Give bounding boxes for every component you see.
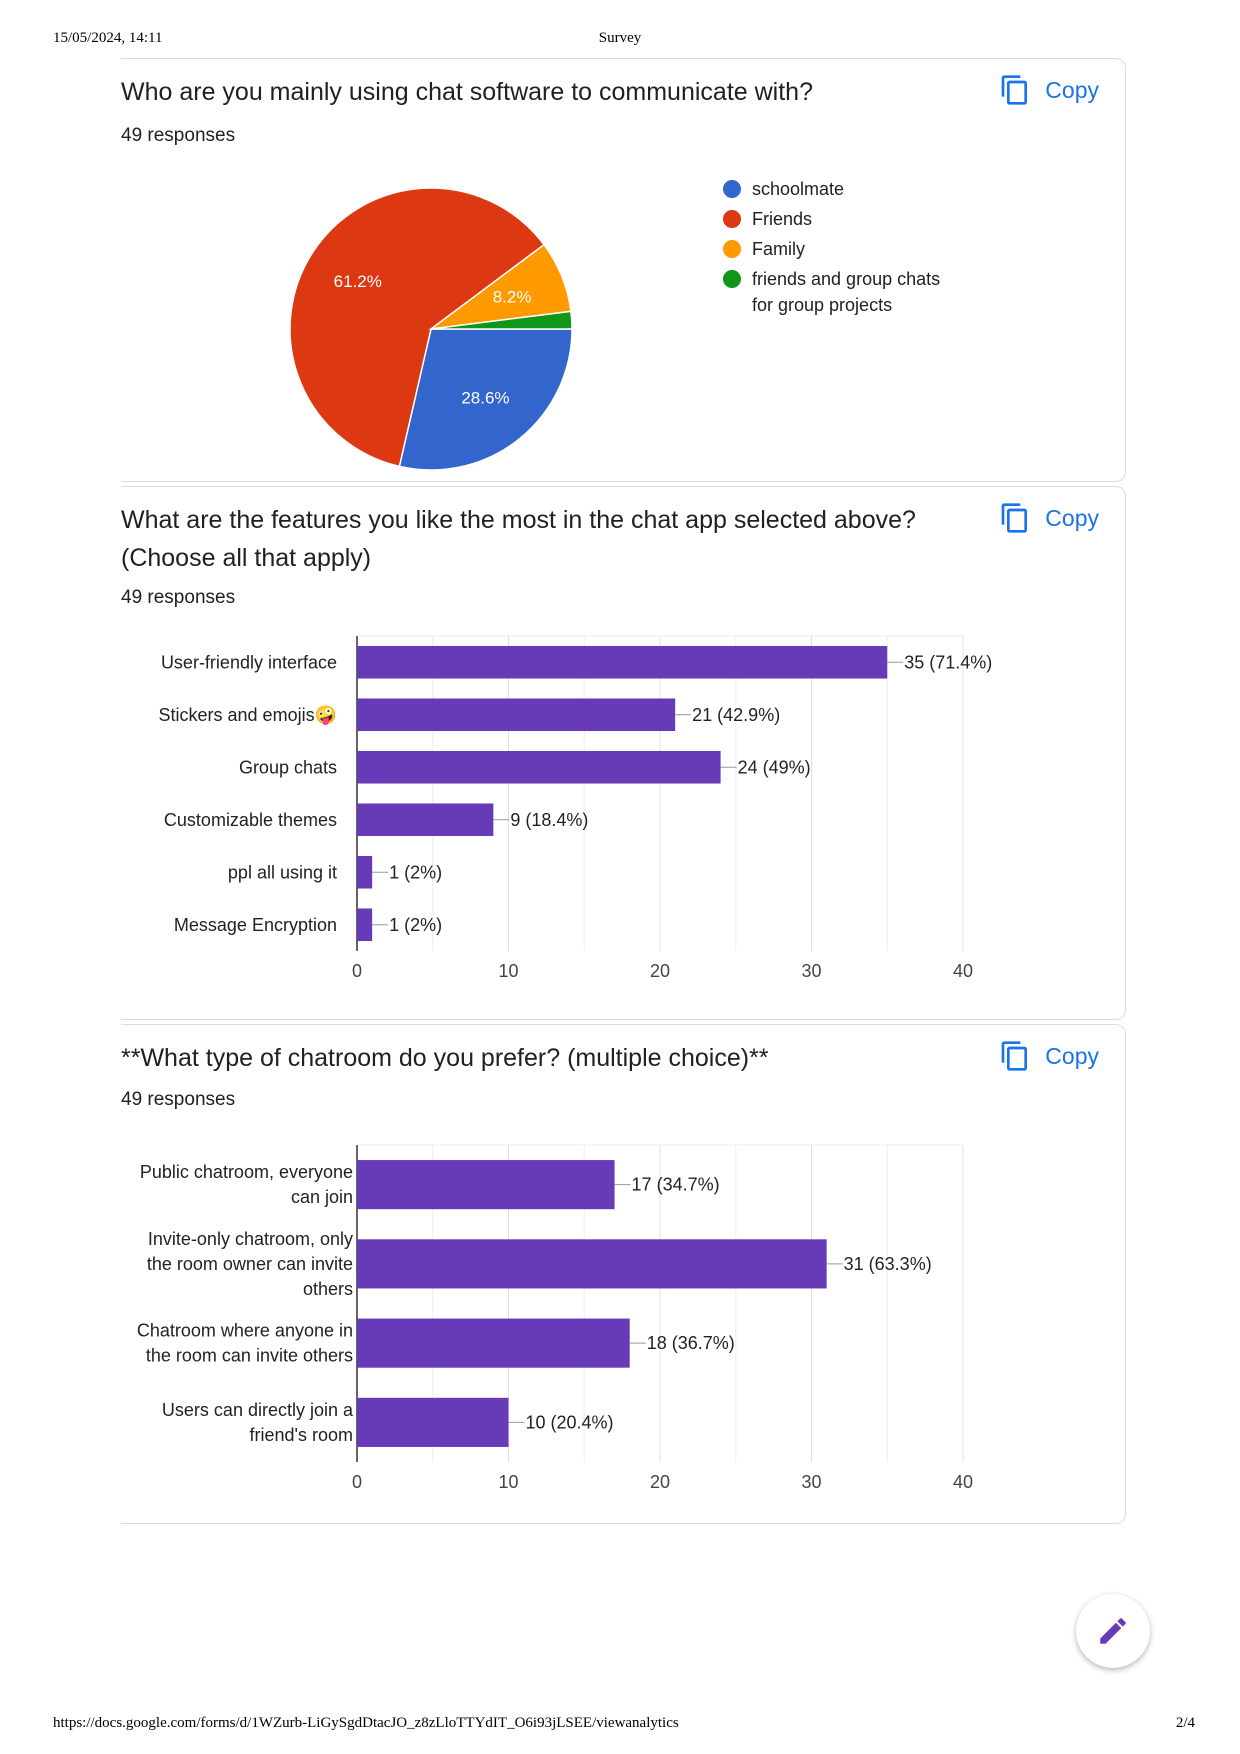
data-label: 10 (20.4%) [526,1412,614,1432]
category-label: Public chatroom, everyone [140,1162,353,1182]
category-label: Group chats [239,757,337,777]
chatroom-bar-chart: 0 10 20 30 40 17 (34.7%) Public chatroom, ever… [137,1144,973,1492]
category-label: the room can invite others [146,1346,353,1366]
category-label: Chatroom where anyone in [137,1321,353,1341]
question-card-2: What are the features you like the most … [121,486,1126,1020]
legend-swatch [723,180,741,198]
x-tick-label: 30 [801,961,821,981]
data-label: 31 (63.3%) [844,1254,932,1274]
category-label: Customizable themes [164,810,337,830]
data-label: 35 (71.4%) [904,652,992,672]
print-footer: https://docs.google.com/forms/d/1WZurb-L… [0,1715,1240,1739]
edit-fab-button[interactable] [1076,1594,1150,1668]
pie-slice-label: 28.6% [461,388,509,407]
legend-label: for group projects [752,295,892,315]
legend-label: Friends [752,209,812,229]
data-label: 1 (2%) [389,915,442,935]
data-label: 18 (36.7%) [647,1333,735,1353]
bar [357,698,676,732]
legend-label: schoolmate [752,179,844,199]
category-label: others [303,1279,353,1299]
bar [357,803,494,837]
features-bar-chart: 0 10 20 30 40 35 (71.4%) User-friendly interfa… [159,635,992,981]
print-url: https://docs.google.com/forms/d/1WZurb-L… [53,1715,679,1731]
category-label: User-friendly interface [161,652,337,672]
pie-slice-label: 61.2% [334,272,382,291]
bar [357,750,721,784]
data-label: 17 (34.7%) [632,1175,720,1195]
legend-label: friends and group chats [752,269,940,289]
category-label: friend's room [250,1425,353,1445]
x-tick-label: 20 [650,961,670,981]
print-page-number: 2/4 [1175,1715,1195,1731]
category-label: the room owner can invite [147,1254,353,1274]
x-tick-label: 20 [650,1472,670,1492]
legend-label: Family [752,239,805,259]
x-tick-label: 0 [352,1472,362,1492]
question-card-3: **What type of chatroom do you prefer? (… [121,1024,1126,1524]
bar [357,1397,509,1447]
print-title: Survey [598,30,642,46]
bar [357,1318,630,1368]
bar [357,908,373,942]
data-label: 9 (18.4%) [510,810,588,830]
legend-swatch [723,240,741,258]
data-label: 21 (42.9%) [692,705,780,725]
bar [357,1239,827,1289]
category-label: Message Encryption [174,915,337,935]
x-tick-label: 10 [498,1472,518,1492]
bar [357,1160,615,1210]
x-tick-label: 40 [953,1472,973,1492]
pencil-edit-icon [1100,1618,1126,1644]
legend-swatch [723,210,741,228]
x-tick-label: 30 [801,1472,821,1492]
bar [357,855,373,889]
category-label: Invite-only chatroom, only [148,1229,353,1249]
category-label: can join [291,1187,353,1207]
pie-chart: 28.6% 61.2% 8.2% schoolmate Friends Family fri… [289,179,940,471]
data-label: 24 (49%) [738,757,811,777]
data-label: 1 (2%) [389,862,442,882]
x-tick-label: 40 [953,961,973,981]
question-card-1: Who are you mainly using chat software t… [121,58,1126,482]
print-header: 15/05/2024, 14:11 Survey [0,30,1240,54]
category-label: Users can directly join a [162,1400,354,1420]
bar [357,645,888,679]
x-tick-label: 0 [352,961,362,981]
x-tick-label: 10 [498,961,518,981]
legend-swatch [723,270,741,288]
category-label: Stickers and emojis🤪 [159,705,337,726]
pie-slice-label: 8.2% [493,287,532,306]
category-label: ppl all using it [228,862,337,882]
